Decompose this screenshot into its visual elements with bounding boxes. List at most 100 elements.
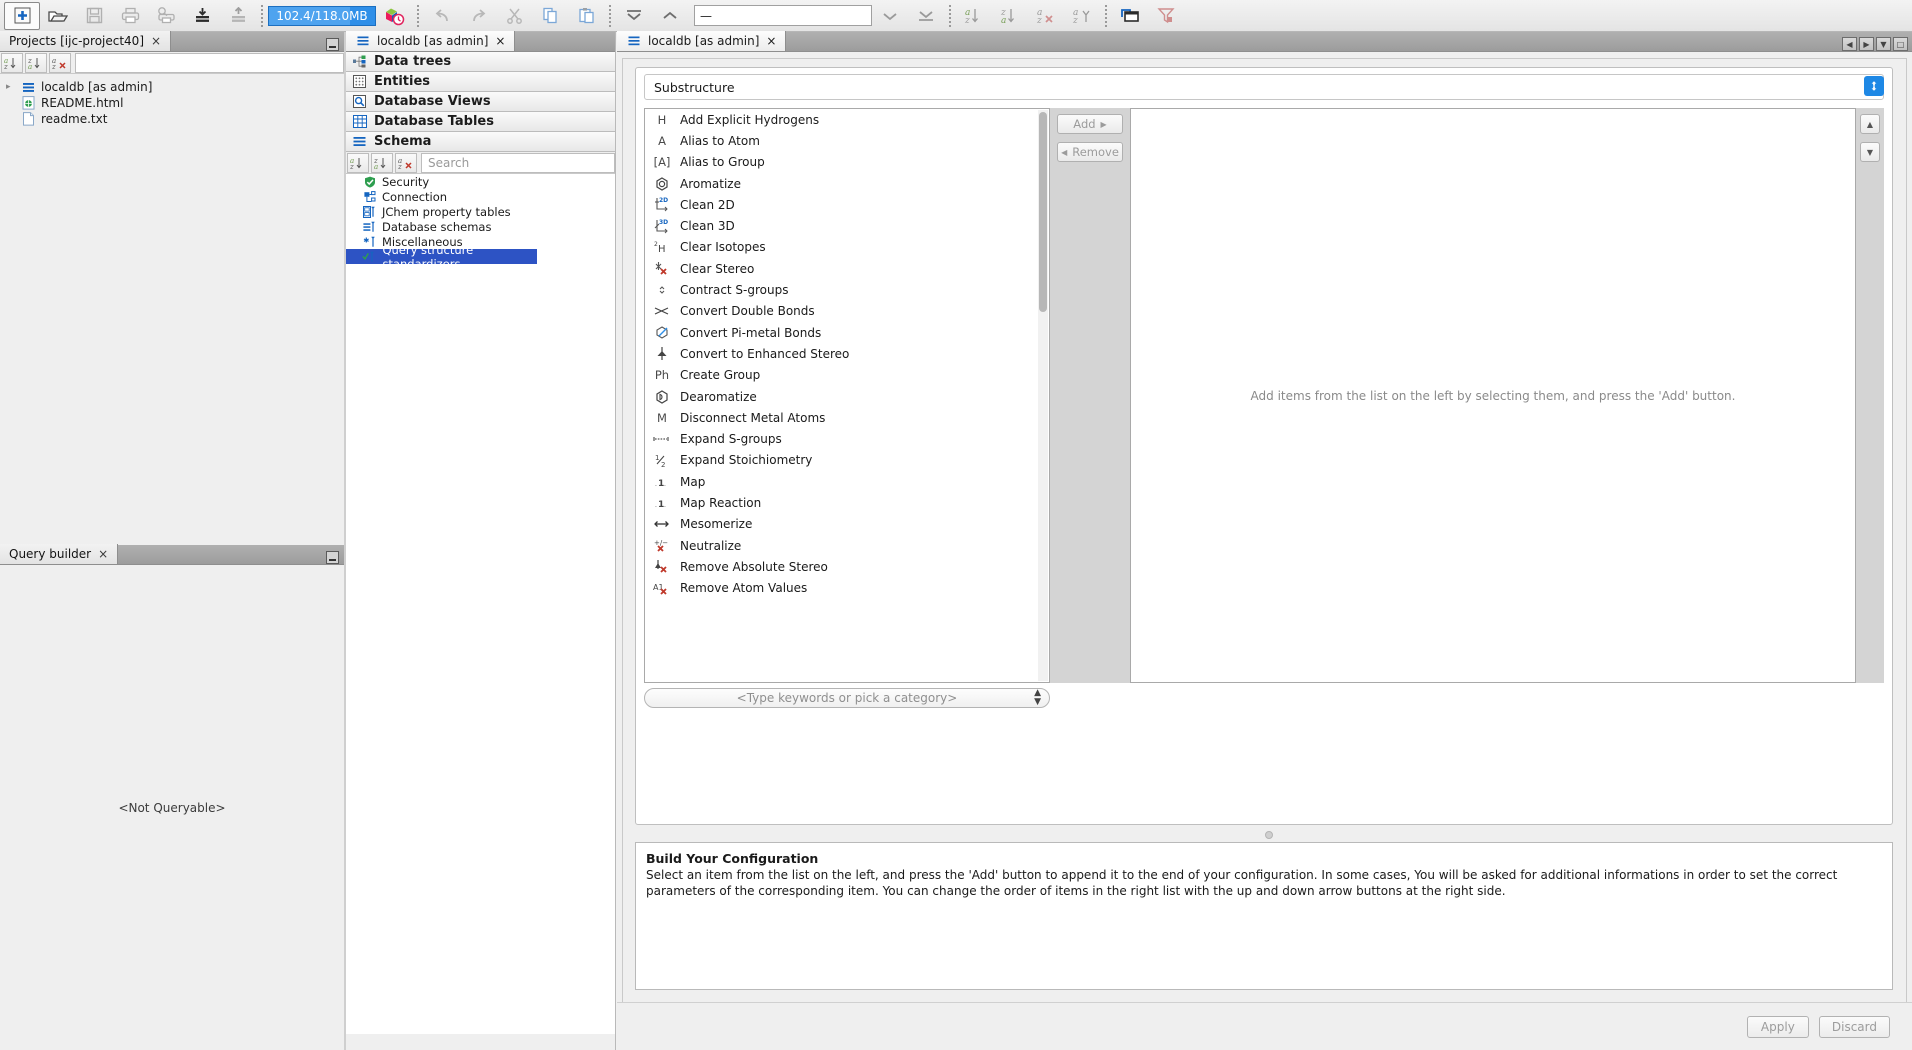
list-item[interactable]: Clear Stereo <box>645 258 1049 279</box>
section-database-views[interactable]: Database Views <box>346 92 615 112</box>
print-button[interactable] <box>112 2 148 30</box>
minimize-window-button-qb[interactable] <box>326 551 339 564</box>
memory-indicator[interactable]: 102.4/118.0MB <box>268 6 376 26</box>
section-schema[interactable]: Schema <box>346 132 615 152</box>
list-item[interactable]: Remove Absolute Stereo <box>645 556 1049 577</box>
list-item[interactable]: HAdd Explicit Hydrogens <box>645 109 1049 130</box>
copy-button[interactable] <box>532 2 568 30</box>
tree-item-localdb[interactable]: ▸ localdb [as admin] <box>0 79 344 95</box>
tab-editor-localdb[interactable]: localdb [as admin] × <box>617 31 786 51</box>
scroll-tabs-right-button[interactable]: ▶ <box>1859 37 1874 51</box>
list-scrollbar[interactable] <box>1038 110 1048 681</box>
sort-ascending-button-projects[interactable]: a z <box>1 53 23 73</box>
section-database-tables[interactable]: Database Tables <box>346 112 615 132</box>
apply-button[interactable]: Apply <box>1747 1016 1809 1038</box>
schema-item-connection[interactable]: Connection <box>346 189 615 204</box>
list-item[interactable]: +/− Neutralize <box>645 535 1049 556</box>
schema-item-security[interactable]: Security <box>346 174 615 189</box>
list-item[interactable]: Contract S-groups <box>645 279 1049 300</box>
tab-localdb[interactable]: localdb [as admin] × <box>346 31 515 51</box>
list-item[interactable]: 12 Expand Stoichiometry <box>645 450 1049 471</box>
sort-ascending-button-schema[interactable]: a z <box>347 153 369 173</box>
available-items-list[interactable]: HAdd Explicit Hydrogens AAlias to Atom [… <box>644 108 1050 683</box>
configuration-target-list[interactable]: Add items from the list on the left by s… <box>1130 108 1856 683</box>
minimize-window-button[interactable] <box>326 38 339 51</box>
chevron-updown-icon[interactable]: ▲▼ <box>1034 689 1041 707</box>
list-item[interactable]: Expand S-groups <box>645 428 1049 449</box>
projects-search-input[interactable] <box>75 53 344 73</box>
list-item[interactable]: 2H Clear Isotopes <box>645 237 1049 258</box>
schema-item-jchem-property-tables[interactable]: JChem property tables <box>346 204 615 219</box>
list-item[interactable]: AAlias to Atom <box>645 130 1049 151</box>
schema-search-input[interactable]: Search <box>421 153 615 173</box>
schema-item-query-structure-standardizers[interactable]: Query structure standardizers <box>346 249 537 264</box>
add-button[interactable]: Add ▶ <box>1057 114 1123 134</box>
previous-record-button[interactable] <box>652 2 688 30</box>
move-down-button[interactable]: ▼ <box>1860 142 1880 162</box>
section-data-trees[interactable]: Data trees <box>346 52 615 72</box>
redo-button[interactable] <box>460 2 496 30</box>
tree-item-readme-txt[interactable]: readme.txt <box>0 111 344 127</box>
list-scrollbar-thumb[interactable] <box>1039 112 1047 312</box>
move-up-button[interactable]: ▲ <box>1860 114 1880 134</box>
first-record-button[interactable] <box>616 2 652 30</box>
discard-button[interactable]: Discard <box>1819 1016 1890 1038</box>
sort-ascending-button[interactable]: a z <box>956 2 992 30</box>
list-item[interactable]: Convert to Enhanced Stereo <box>645 343 1049 364</box>
sort-custom-button[interactable]: a z <box>1064 2 1100 30</box>
list-item[interactable]: Aromatize <box>645 173 1049 194</box>
list-item[interactable]: .1. Map <box>645 471 1049 492</box>
splitter-grip[interactable] <box>1265 831 1273 839</box>
chevron-right-icon[interactable]: ▸ <box>6 82 16 92</box>
list-item[interactable]: Convert Pi-metal Bonds <box>645 322 1049 343</box>
tree-item-readme-html[interactable]: README.html <box>0 95 344 111</box>
remove-button[interactable]: ◀ Remove <box>1057 142 1123 162</box>
list-item[interactable]: 2D Clean 2D <box>645 194 1049 215</box>
configuration-title-field[interactable]: Substructure <box>644 74 1884 100</box>
paste-button[interactable] <box>568 2 604 30</box>
filter-clear-button[interactable] <box>1148 2 1184 30</box>
list-tabs-button[interactable]: ▼ <box>1876 37 1891 51</box>
sort-clear-button-projects[interactable]: a z <box>49 53 71 73</box>
save-button[interactable] <box>76 2 112 30</box>
sort-descending-button-schema[interactable]: z a <box>371 153 393 173</box>
last-record-button[interactable] <box>908 2 944 30</box>
tab-query-builder[interactable]: Query builder × <box>0 544 118 564</box>
sort-descending-button-projects[interactable]: z a <box>25 53 47 73</box>
detach-window-button[interactable] <box>1112 2 1148 30</box>
maximize-window-button[interactable]: □ <box>1893 37 1908 51</box>
list-item[interactable]: Dearomatize <box>645 386 1049 407</box>
close-icon[interactable]: × <box>98 547 108 561</box>
section-entities[interactable]: Entities <box>346 72 615 92</box>
sync-button[interactable] <box>1864 76 1884 96</box>
cut-button[interactable] <box>496 2 532 30</box>
list-item[interactable]: [A]Alias to Group <box>645 152 1049 173</box>
schema-item-database-schemas[interactable]: Database schemas <box>346 219 615 234</box>
category-combobox[interactable]: <Type keywords or pick a category> ▲▼ <box>644 688 1050 708</box>
close-icon[interactable]: × <box>151 34 161 48</box>
search-input[interactable]: — <box>694 5 872 26</box>
list-item[interactable]: .1. Map Reaction <box>645 492 1049 513</box>
sort-clear-button[interactable]: a z <box>1028 2 1064 30</box>
import-button[interactable] <box>184 2 220 30</box>
list-item[interactable]: 3D Clean 3D <box>645 215 1049 236</box>
export-button[interactable] <box>220 2 256 30</box>
scroll-tabs-left-button[interactable]: ◀ <box>1842 37 1857 51</box>
list-item[interactable]: MDisconnect Metal Atoms <box>645 407 1049 428</box>
list-item[interactable]: Convert Double Bonds <box>645 301 1049 322</box>
search-dropdown-button[interactable] <box>872 2 908 30</box>
open-project-button[interactable] <box>40 2 76 30</box>
history-button[interactable] <box>376 2 412 30</box>
list-item[interactable]: PhCreate Group <box>645 365 1049 386</box>
close-icon[interactable]: × <box>495 34 505 48</box>
list-item[interactable]: Mesomerize <box>645 514 1049 535</box>
left-splitter-area[interactable] <box>0 442 344 545</box>
close-icon[interactable]: × <box>766 34 776 48</box>
print-preview-button[interactable] <box>148 2 184 30</box>
sort-descending-button[interactable]: z a <box>992 2 1028 30</box>
list-item[interactable]: A1 Remove Atom Values <box>645 578 1049 599</box>
undo-button[interactable] <box>424 2 460 30</box>
tab-projects[interactable]: Projects [ijc-project40] × <box>0 31 171 51</box>
new-project-button[interactable] <box>4 2 40 30</box>
sort-clear-button-schema[interactable]: a z <box>395 153 417 173</box>
